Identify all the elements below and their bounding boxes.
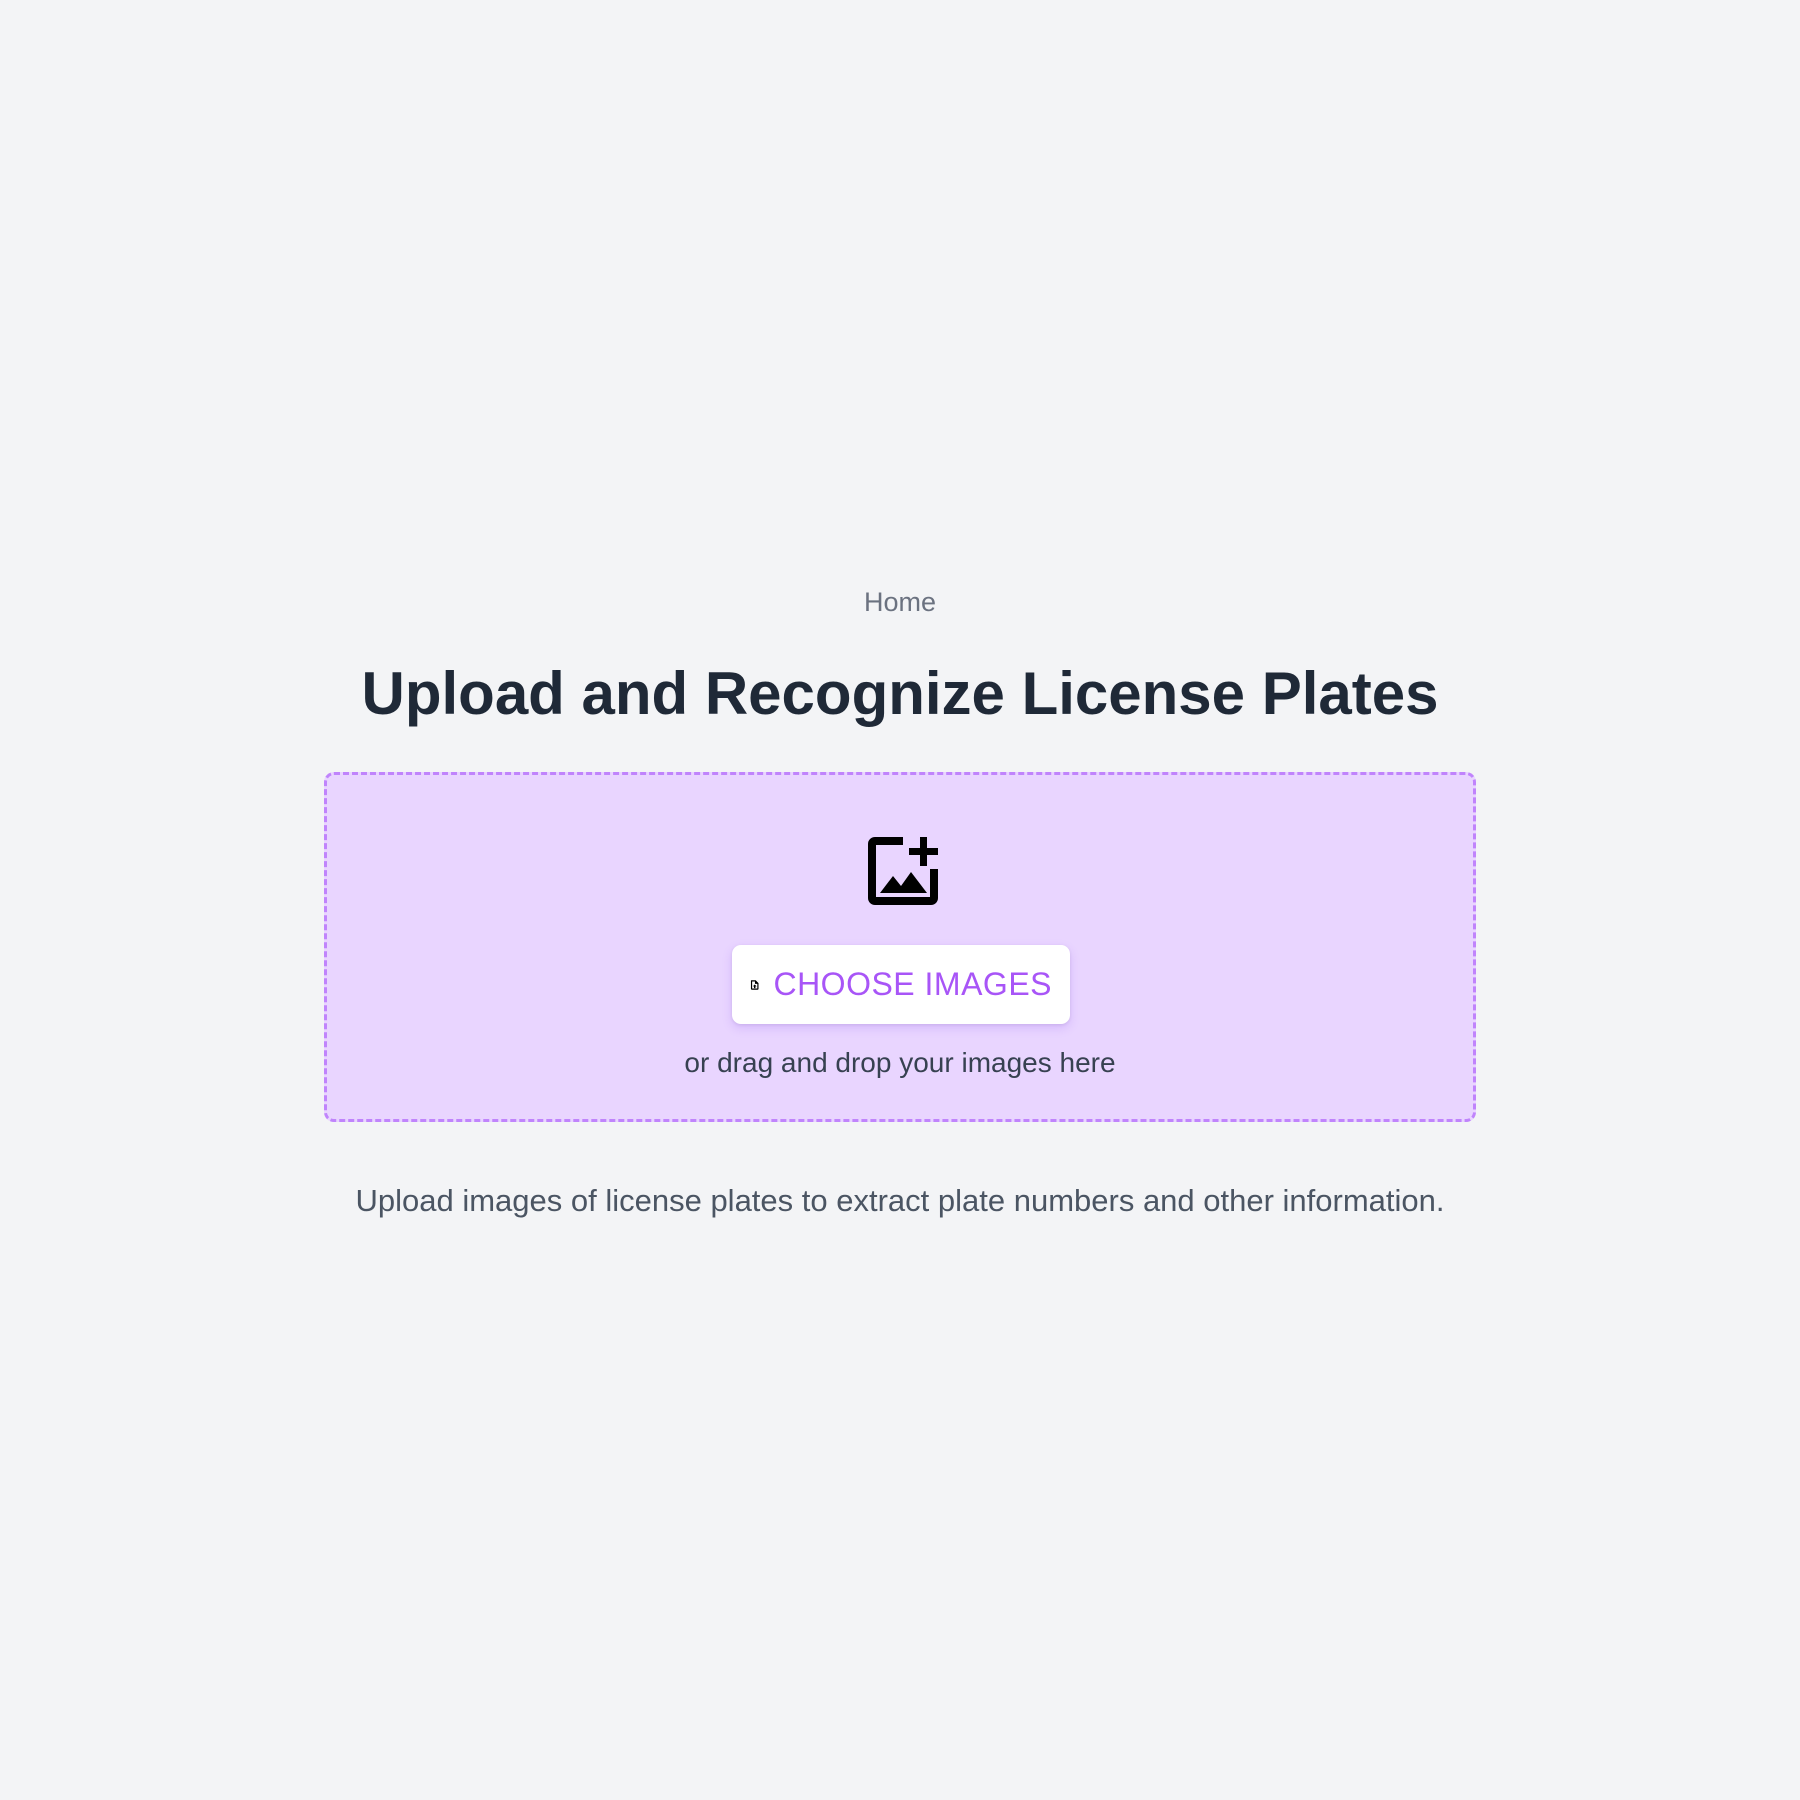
file-upload-icon [750,979,759,990]
image-add-icon [868,837,938,905]
choose-images-label: CHOOSE IMAGES [773,966,1052,1002]
drag-drop-hint: or drag and drop your images here [684,1047,1116,1078]
breadcrumb[interactable]: Home [0,582,1800,622]
choose-images-button[interactable]: CHOOSE IMAGES [732,945,1070,1024]
page: Home Upload and Recognize License Plates… [0,0,1800,1800]
page-description: Upload images of license plates to extra… [355,1183,1445,1218]
page-title: Upload and Recognize License Plates [361,660,1439,727]
image-dropzone[interactable]: CHOOSE IMAGES or drag and drop your imag… [324,772,1476,1122]
